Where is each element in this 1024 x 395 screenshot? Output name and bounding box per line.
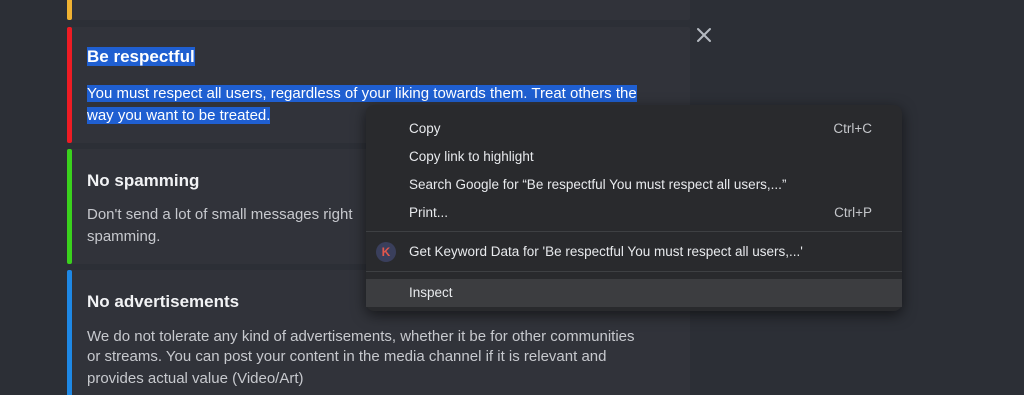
menu-item-get-keyword-data[interactable]: K Get Keyword Data for 'Be respectful Yo…: [366, 238, 902, 266]
menu-item-label: Get Keyword Data for 'Be respectful You …: [409, 244, 803, 259]
menu-separator: [366, 271, 902, 272]
menu-separator: [366, 231, 902, 232]
rule-description-text: You must respect all users, regardless o…: [87, 85, 637, 102]
close-icon: [697, 28, 711, 42]
rule-description-line-1: Don't send a lot of small messages right: [87, 206, 353, 223]
rule-card-partial: [67, 0, 690, 20]
close-button[interactable]: [694, 25, 714, 45]
rule-description-line-2: spamming.: [87, 228, 161, 245]
menu-item-search-google[interactable]: Search Google for “Be respectful You mus…: [366, 171, 902, 199]
rule-description-text: way you want to be treated.: [87, 107, 271, 124]
rule-description-line-3: provides actual value (Video/Art): [87, 370, 304, 387]
menu-item-label: Inspect: [409, 285, 453, 300]
menu-item-inspect[interactable]: Inspect: [366, 279, 902, 307]
menu-item-label: Copy: [409, 121, 441, 136]
rule-color-bar: [67, 27, 72, 143]
menu-item-label: Copy link to highlight: [409, 149, 534, 164]
rule-title: No spamming: [87, 171, 200, 190]
page: Be respectful You must respect all users…: [0, 0, 1024, 395]
rule-title: Be respectful: [87, 47, 195, 67]
context-menu: Copy Ctrl+C Copy link to highlight Searc…: [366, 105, 902, 311]
rule-title: No advertisements: [87, 292, 240, 311]
keyword-k-icon: K: [376, 242, 396, 262]
rule-title-text: Be respectful: [87, 47, 195, 66]
menu-item-print[interactable]: Print... Ctrl+P: [366, 199, 902, 227]
rule-color-bar: [67, 149, 72, 264]
rule-color-bar: [67, 270, 72, 395]
rule-color-bar: [67, 0, 72, 20]
menu-item-copy-link-to-highlight[interactable]: Copy link to highlight: [366, 143, 902, 171]
menu-item-label: Search Google for “Be respectful You mus…: [409, 177, 787, 192]
rule-description-line-1: We do not tolerate any kind of advertise…: [87, 328, 635, 345]
menu-item-copy[interactable]: Copy Ctrl+C: [366, 115, 902, 143]
menu-item-label: Print...: [409, 205, 449, 220]
rule-description-line-2: or streams. You can post your content in…: [87, 348, 607, 365]
menu-item-shortcut: Ctrl+P: [834, 205, 872, 220]
rule-description-line-2: way you want to be treated.: [87, 105, 271, 127]
rule-description-line-1: You must respect all users, regardless o…: [87, 83, 637, 105]
menu-item-shortcut: Ctrl+C: [833, 121, 872, 136]
